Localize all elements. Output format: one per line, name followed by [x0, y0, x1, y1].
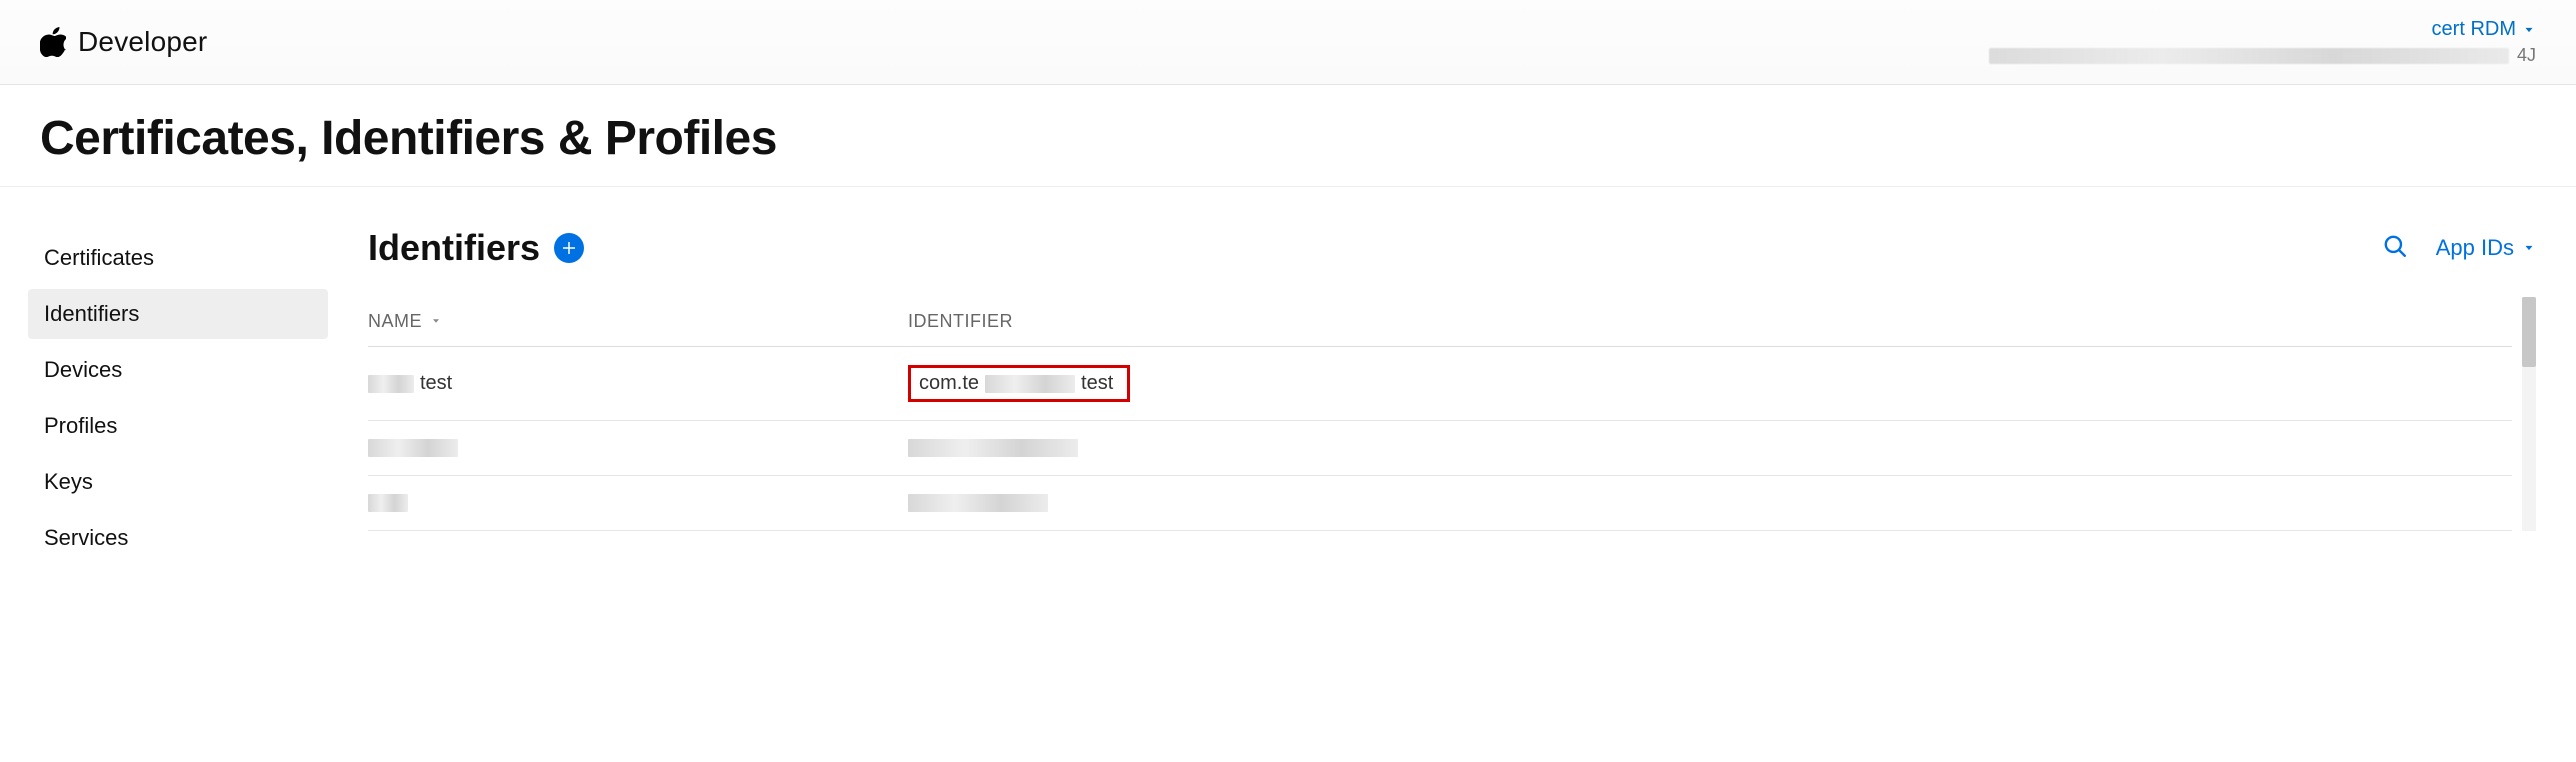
cell-name: [368, 439, 908, 457]
sidebar-item-profiles[interactable]: Profiles: [28, 401, 328, 451]
sidebar-item-services[interactable]: Services: [28, 513, 328, 563]
column-label: NAME: [368, 311, 422, 332]
redacted-text: [908, 439, 1078, 457]
sidebar: Certificates Identifiers Devices Profile…: [28, 227, 328, 569]
main-head-left: Identifiers: [368, 227, 584, 269]
scrollbar-track[interactable]: [2522, 297, 2536, 531]
sort-caret-icon: [430, 311, 442, 332]
sidebar-item-label: Services: [44, 525, 128, 550]
top-header: Developer cert RDM 4J: [0, 0, 2576, 85]
sidebar-item-label: Identifiers: [44, 301, 139, 326]
chevron-down-icon: [2522, 241, 2536, 255]
sidebar-item-certificates[interactable]: Certificates: [28, 233, 328, 283]
table-row[interactable]: test com.te test: [368, 347, 2512, 421]
main-head: Identifiers App IDs: [368, 227, 2536, 269]
identifier-highlight-box: com.te test: [908, 365, 1130, 402]
table-header: NAME IDENTIFIER: [368, 297, 2512, 347]
page-title-wrap: Certificates, Identifiers & Profiles: [0, 85, 2576, 187]
column-label: IDENTIFIER: [908, 311, 1013, 331]
redacted-team-text: [1989, 48, 2509, 64]
sidebar-item-label: Profiles: [44, 413, 117, 438]
column-name[interactable]: NAME: [368, 311, 908, 332]
main: Identifiers App IDs: [368, 227, 2536, 531]
sidebar-item-label: Keys: [44, 469, 93, 494]
filter-label: App IDs: [2436, 235, 2514, 261]
redacted-text: [368, 439, 458, 457]
add-identifier-button[interactable]: [554, 233, 584, 263]
brand[interactable]: Developer: [40, 26, 207, 58]
name-suffix: test: [420, 372, 452, 395]
search-button[interactable]: [2382, 233, 2408, 264]
account-name: cert RDM: [2432, 18, 2516, 41]
sidebar-item-label: Devices: [44, 357, 122, 382]
account-area: cert RDM 4J: [1989, 18, 2536, 66]
apple-logo-icon: [40, 27, 66, 57]
page-title: Certificates, Identifiers & Profiles: [40, 111, 2536, 166]
redacted-text: [368, 375, 414, 393]
team-suffix: 4J: [2517, 45, 2536, 66]
identifier-prefix: com.te: [919, 372, 979, 395]
search-icon: [2382, 233, 2408, 259]
identifier-type-filter[interactable]: App IDs: [2436, 235, 2536, 261]
team-line: 4J: [1989, 45, 2536, 66]
chevron-down-icon: [2522, 23, 2536, 37]
redacted-text: [908, 494, 1048, 512]
content: Certificates Identifiers Devices Profile…: [0, 187, 2576, 569]
account-switcher[interactable]: cert RDM: [1989, 18, 2536, 41]
plus-icon: [560, 239, 578, 257]
redacted-text: [985, 375, 1075, 393]
redacted-text: [368, 494, 408, 512]
column-identifier[interactable]: IDENTIFIER: [908, 311, 2512, 332]
cell-name: test: [368, 372, 908, 395]
identifiers-table: NAME IDENTIFIER test com.te test: [368, 297, 2536, 531]
section-title: Identifiers: [368, 227, 540, 269]
sidebar-item-devices[interactable]: Devices: [28, 345, 328, 395]
sidebar-item-label: Certificates: [44, 245, 154, 270]
table-row[interactable]: [368, 421, 2512, 476]
cell-identifier: com.te test: [908, 365, 2512, 402]
sidebar-item-identifiers[interactable]: Identifiers: [28, 289, 328, 339]
cell-name: [368, 494, 908, 512]
sidebar-item-keys[interactable]: Keys: [28, 457, 328, 507]
scrollbar-thumb[interactable]: [2522, 297, 2536, 367]
cell-identifier: [908, 494, 2512, 512]
identifier-suffix: test: [1081, 372, 1113, 395]
main-head-right: App IDs: [2382, 233, 2536, 264]
table-row[interactable]: [368, 476, 2512, 531]
brand-text: Developer: [78, 26, 207, 58]
cell-identifier: [908, 439, 2512, 457]
